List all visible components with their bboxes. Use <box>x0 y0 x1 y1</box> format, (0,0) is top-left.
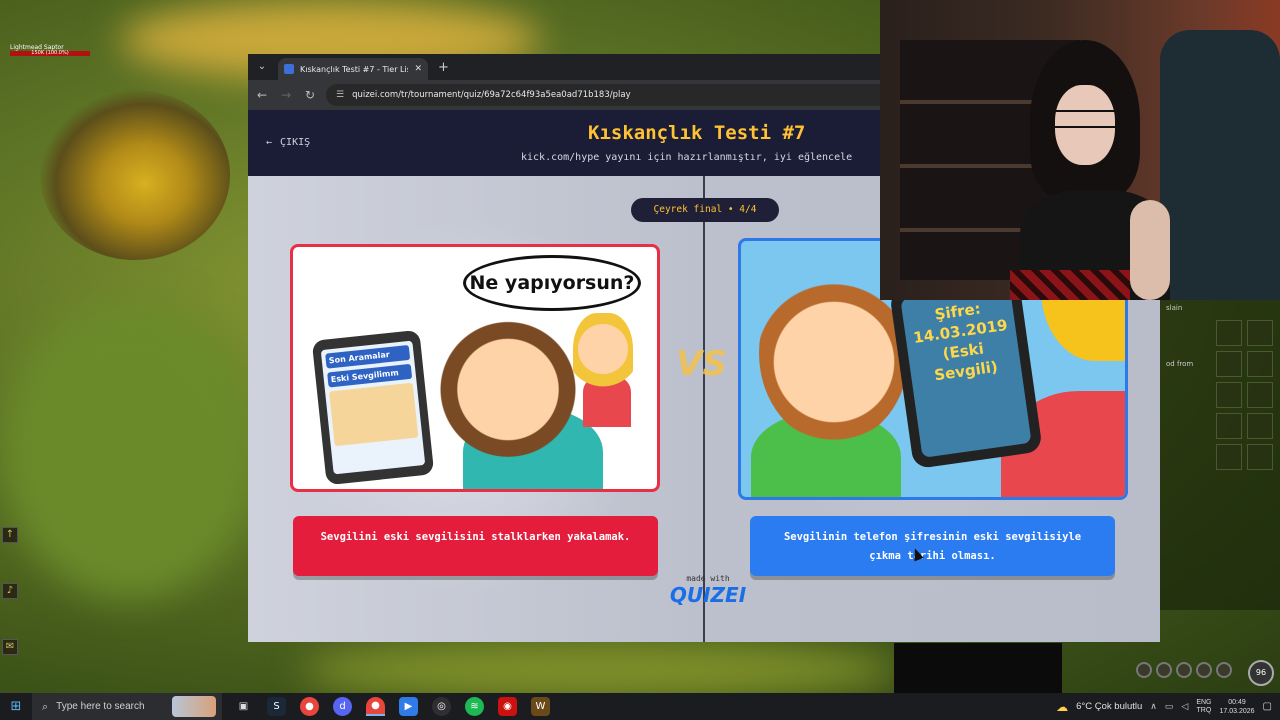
plaid-skirt <box>1010 270 1130 300</box>
round-indicator: Çeyrek final • 4/4 <box>631 198 779 222</box>
photo-thumbnail <box>329 382 419 447</box>
network-icon[interactable]: ▭ <box>1165 701 1174 712</box>
taskbar-search[interactable]: ⌕ Type here to search <box>32 693 222 720</box>
site-info-icon[interactable]: ☰ <box>336 90 344 100</box>
speech-bubble: Ne yapıyorsun? <box>463 255 641 311</box>
glasses <box>1046 110 1124 128</box>
clock-date: 17.03.2026 <box>1219 707 1255 715</box>
level-badge: 96 <box>1248 660 1274 686</box>
forward-icon[interactable]: → <box>278 87 294 103</box>
notification-icon[interactable]: ▢ <box>1263 701 1272 712</box>
reload-icon[interactable]: ↻ <box>302 87 318 103</box>
app-blue-icon[interactable]: ▶ <box>399 697 418 716</box>
weather-cloud-icon[interactable]: ☁ <box>1056 700 1068 714</box>
menu-icon[interactable] <box>1156 662 1172 678</box>
player-frame: Lightmead Saptor 150K (100.0%) <box>10 44 90 56</box>
system-tray: ☁ 6°C Çok bulutlu ∧ ▭ ◁ ENG TRQ 00:49 17… <box>1056 693 1280 720</box>
action-slot[interactable]: ♪ <box>2 583 18 599</box>
url-text: quizei.com/tr/tournament/quiz/69a72c64f9… <box>352 90 631 100</box>
option-right-button[interactable]: Sevgilinin telefon şifresinin eski sevgi… <box>750 516 1115 576</box>
windows-taskbar: ⊞ ⌕ Type here to search ▣ S ● d ● ▶ ◎ ≋ … <box>0 693 1280 720</box>
discord-icon[interactable]: d <box>333 697 352 716</box>
center-divider <box>703 176 705 642</box>
tattooed-arm <box>1130 200 1170 300</box>
webcam-overlay <box>880 0 1280 300</box>
bag-slot[interactable] <box>1247 444 1273 470</box>
volume-icon[interactable]: ◁ <box>1181 701 1188 712</box>
search-placeholder: Type here to search <box>56 701 145 712</box>
menu-icon[interactable] <box>1216 662 1232 678</box>
windows-start-icon[interactable]: ⊞ <box>0 693 32 720</box>
health-bar: 150K (100.0%) <box>10 51 90 56</box>
menu-icon[interactable] <box>1196 662 1212 678</box>
game-creature <box>40 90 230 260</box>
bag-slot[interactable] <box>1216 382 1242 408</box>
option-left-image[interactable]: Ne yapıyorsun? Son Aramalar Eski Sevgili… <box>290 244 660 492</box>
bag-slot[interactable] <box>1216 351 1242 377</box>
grass-patch <box>0 300 260 600</box>
clock[interactable]: 00:49 17.03.2026 <box>1220 698 1255 716</box>
app-red-icon[interactable]: ◉ <box>498 697 517 716</box>
quizei-logo: QUIZEI <box>669 583 747 607</box>
chevron-up-icon[interactable]: ∧ <box>1150 701 1157 712</box>
back-icon[interactable]: ← <box>254 87 270 103</box>
weather-text[interactable]: 6°C Çok bulutlu <box>1076 701 1142 712</box>
browser-tab[interactable]: Kıskançlık Testi #7 - Tier List, Ki ✕ <box>278 58 428 80</box>
action-slot[interactable]: ↑ <box>2 527 18 543</box>
phone-password-text: Şifre: 14.03.2019 (Eski Sevgili) <box>900 284 1032 458</box>
favicon-icon <box>284 64 294 74</box>
task-view-icon[interactable]: ▣ <box>234 697 253 716</box>
pinned-apps: ▣ S ● d ● ▶ ◎ ≋ ◉ W <box>234 697 550 716</box>
wow-icon[interactable]: W <box>531 697 550 716</box>
bag-slot[interactable] <box>1247 382 1273 408</box>
close-icon[interactable]: ✕ <box>414 64 422 74</box>
spotify-icon[interactable]: ≋ <box>465 697 484 716</box>
vs-lightning-icon: VS <box>676 344 727 384</box>
option-left-button[interactable]: Sevgilini eski sevgilisini stalklarken y… <box>293 516 658 576</box>
left-action-bar: ↑ ♪ ✉ <box>0 525 20 657</box>
boy-figure <box>433 307 583 457</box>
quiz-subtitle: kick.com/hype yayını için hazırlanmıştır… <box>521 152 853 163</box>
arrow-left-icon: ← <box>266 137 273 148</box>
phone-illustration: Son Aramalar Eski Sevgilimm <box>311 329 435 486</box>
menu-icon[interactable] <box>1176 662 1192 678</box>
tab-title: Kıskançlık Testi #7 - Tier List, Ki <box>300 64 408 74</box>
clock-time: 00:49 <box>1228 698 1246 706</box>
game-micro-menu <box>1136 662 1232 678</box>
bag-grid <box>1216 320 1276 470</box>
made-with-badge[interactable]: made with QUIZEI <box>668 574 748 607</box>
bag-slot[interactable] <box>1216 444 1242 470</box>
bag-slot[interactable] <box>1247 413 1273 439</box>
search-highlight-image <box>172 696 216 717</box>
bag-slot[interactable] <box>1216 413 1242 439</box>
girl-figure <box>573 313 633 403</box>
menu-icon[interactable] <box>1136 662 1152 678</box>
bag-slot[interactable] <box>1247 320 1273 346</box>
exit-button[interactable]: ← ÇIKIŞ <box>266 137 310 148</box>
streamer <box>1010 40 1180 300</box>
phone-illustration: Şifre: 14.03.2019 (Eski Sevgili) <box>889 272 1043 470</box>
made-with-label: made with <box>686 574 730 583</box>
chrome-active-icon[interactable]: ● <box>366 697 385 716</box>
language-top: ENG <box>1196 698 1212 706</box>
chrome-icon[interactable]: ● <box>300 697 319 716</box>
quiz-title: Kıskançlık Testi #7 <box>588 122 806 144</box>
exit-label: ÇIKIŞ <box>280 137 311 148</box>
action-slot[interactable]: ✉ <box>2 639 18 655</box>
bag-slot[interactable] <box>1216 320 1242 346</box>
game-right-panel: slain od from <box>1160 300 1280 610</box>
grass-patch <box>300 640 900 700</box>
obs-icon[interactable]: ◎ <box>432 697 451 716</box>
tab-search-icon[interactable]: ⌄ <box>254 59 270 75</box>
panel-text: slain <box>1166 304 1183 312</box>
language-bottom: TRQ <box>1196 706 1212 714</box>
bag-slot[interactable] <box>1247 351 1273 377</box>
search-icon: ⌕ <box>42 699 49 713</box>
steam-icon[interactable]: S <box>267 697 286 716</box>
new-tab-button[interactable]: + <box>438 60 449 75</box>
overlay-box <box>894 643 1062 693</box>
language-indicator[interactable]: ENG TRQ <box>1196 699 1211 715</box>
